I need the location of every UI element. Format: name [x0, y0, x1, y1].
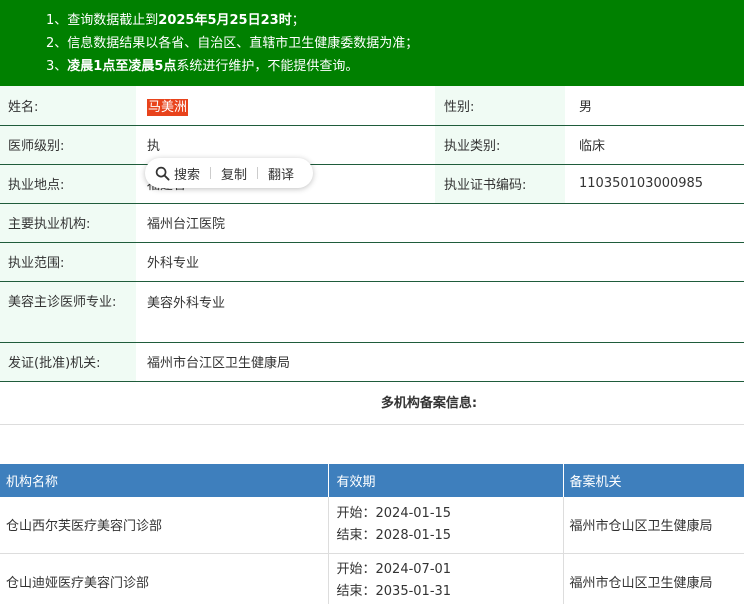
location-label: 执业地点: [0, 164, 136, 204]
org-name-cell: 仓山迪娅医疗美容门诊部 [0, 553, 329, 604]
validity-start: 开始：2024-01-15 [336, 505, 452, 521]
translate-action[interactable]: 翻译 [268, 164, 294, 183]
info-row: 执业地点: 福建省 执业证书编码: 110350103000985 [0, 164, 744, 204]
org-name-cell: 仓山西尔芙医疗美容门诊部 [0, 497, 329, 554]
info-row: 执业范围: 外科专业 [0, 242, 744, 282]
validity-end: 结束：2035-01-31 [336, 584, 452, 599]
doctor-info-table: 姓名: 马美洲 性别: 男 医师级别: 执 执业类别: 临床 执业地点: 福建省… [0, 86, 744, 382]
issuer-value: 福州市台江区卫生健康局 [136, 342, 744, 382]
selection-popup: 搜索 复制 翻译 [145, 158, 313, 188]
org-table: 机构名称 有效期 备案机关 仓山西尔芙医疗美容门诊部 开始：2024-01-15… [0, 464, 744, 604]
category-value: 临床 [565, 125, 744, 165]
org-label: 主要执业机构: [0, 203, 136, 243]
multi-org-title: 多机构备案信息: [0, 382, 744, 425]
info-row: 主要执业机构: 福州台江医院 [0, 203, 744, 243]
gender-label: 性别: [435, 86, 565, 126]
org-value: 福州台江医院 [136, 203, 744, 243]
validity-end: 结束：2028-01-15 [336, 527, 452, 543]
cert-label: 执业证书编码: [435, 164, 565, 204]
level-label: 医师级别: [0, 125, 136, 165]
name-cell: 马美洲 [136, 86, 435, 126]
info-row: 姓名: 马美洲 性别: 男 [0, 86, 744, 126]
name-value[interactable]: 马美洲 [147, 98, 189, 116]
authority-cell: 福州市仓山区卫生健康局 [563, 553, 744, 604]
popup-divider [210, 167, 212, 179]
notice-text: ； [291, 13, 305, 28]
validity-cell: 开始：2024-07-01 结束：2035-01-31 [328, 553, 564, 604]
table-row: 仓山迪娅医疗美容门诊部 开始：2024-07-01 结束：2035-01-31 … [0, 553, 744, 604]
org-table-header: 机构名称 有效期 备案机关 [0, 464, 744, 497]
name-label: 姓名: [0, 86, 136, 126]
cert-value: 110350103000985 [565, 164, 744, 204]
scope-label: 执业范围: [0, 242, 136, 282]
search-label: 搜索 [174, 167, 201, 183]
copy-action[interactable]: 复制 [221, 164, 247, 183]
category-label: 执业类别: [435, 125, 565, 165]
cosmetic-label: 美容主诊医师专业: [0, 281, 136, 343]
validity-cell: 开始：2024-01-15 结束：2028-01-15 [328, 497, 564, 554]
notice-text: 1、查询数据截止到 [46, 13, 159, 28]
info-row: 医师级别: 执 执业类别: 临床 [0, 125, 744, 165]
info-row: 发证(批准)机关: 福州市台江区卫生健康局 [0, 342, 744, 382]
notice-banner: 1、查询数据截止到2025年5月25日23时； 2、信息数据结果以各省、自治区、… [0, 0, 744, 86]
scope-value: 外科专业 [136, 242, 744, 282]
search-action[interactable]: 搜索 [155, 164, 200, 183]
validity-start: 开始：2024-07-01 [336, 562, 452, 577]
col-header-org-name: 机构名称 [0, 464, 329, 497]
notice-text: 3、 [46, 59, 68, 74]
notice-line-2: 2、信息数据结果以各省、自治区、直辖市卫生健康委数据为准； [46, 36, 419, 51]
cosmetic-value: 美容外科专业 [136, 281, 744, 343]
table-row: 仓山西尔芙医疗美容门诊部 开始：2024-01-15 结束：2028-01-15… [0, 497, 744, 554]
notice-line-3: 3、凌晨1点至凌晨5点系统进行维护，不能提供查询。 [46, 55, 744, 78]
notice-bold: 凌晨1点至凌晨5点 [67, 59, 177, 74]
issuer-label: 发证(批准)机关: [0, 342, 136, 382]
col-header-authority: 备案机关 [563, 464, 744, 497]
popup-divider [257, 167, 259, 179]
authority-cell: 福州市仓山区卫生健康局 [563, 497, 744, 554]
search-icon [155, 166, 170, 181]
notice-text: 系统进行维护，不能提供查询。 [176, 59, 359, 74]
notice-bold: 2025年5月25日23时 [158, 13, 292, 28]
col-header-validity: 有效期 [328, 464, 564, 497]
gender-value: 男 [565, 86, 744, 126]
notice-line-1: 1、查询数据截止到2025年5月25日23时； [46, 9, 744, 32]
info-row: 美容主诊医师专业: 美容外科专业 [0, 281, 744, 343]
